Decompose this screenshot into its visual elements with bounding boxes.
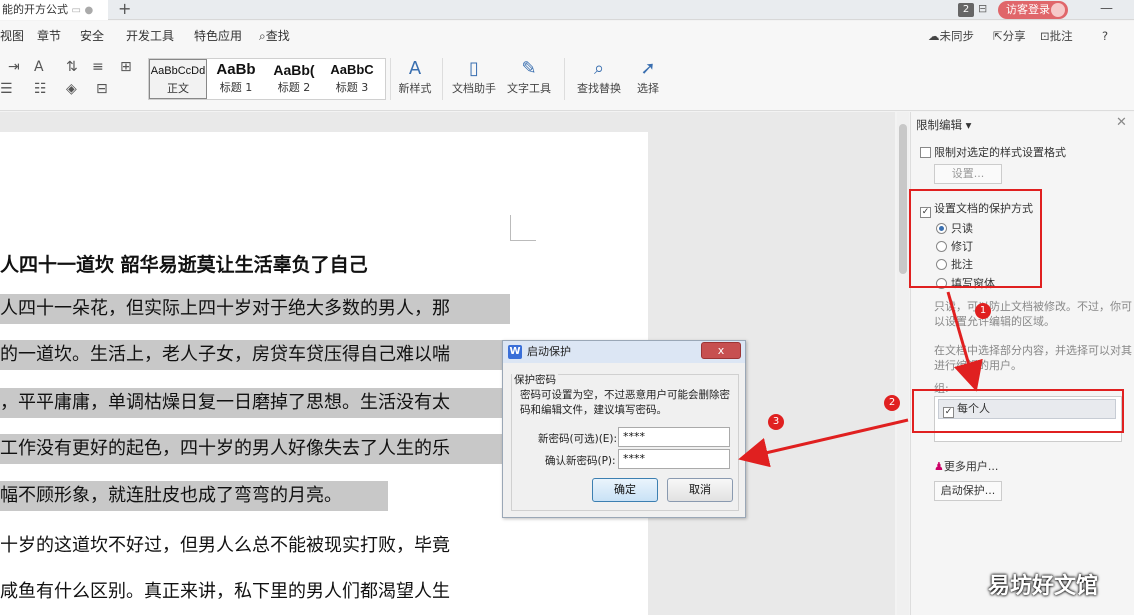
annotation-marker-1: 1 — [975, 303, 991, 319]
watermark: 易坊好文馆 — [988, 574, 1099, 599]
annotation-marker-2: 2 — [884, 395, 900, 411]
arrow-1 — [946, 291, 983, 392]
annotation-marker-3: 3 — [768, 414, 784, 430]
annotation-arrows — [738, 291, 983, 468]
